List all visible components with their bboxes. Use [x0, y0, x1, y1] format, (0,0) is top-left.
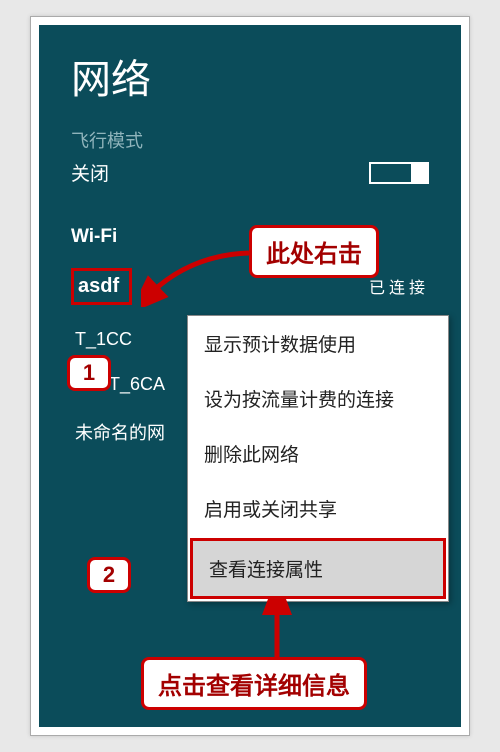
page-title: 网络: [71, 47, 429, 105]
network-item-selected[interactable]: asdf: [71, 268, 132, 305]
menu-item-metered[interactable]: 设为按流量计费的连接: [188, 371, 448, 426]
context-menu: 显示预计数据使用 设为按流量计费的连接 删除此网络 启用或关闭共享 查看连接属性: [187, 315, 449, 602]
menu-item-forget[interactable]: 删除此网络: [188, 426, 448, 481]
airplane-mode-label: 飞行模式: [71, 127, 429, 153]
menu-item-data-usage[interactable]: 显示预计数据使用: [188, 316, 448, 371]
annotation-step-1: 1: [67, 355, 111, 391]
connected-status: 已连接: [369, 274, 429, 298]
annotation-step-2: 2: [87, 557, 131, 593]
airplane-mode-toggle[interactable]: [369, 162, 429, 184]
menu-item-properties[interactable]: 查看连接属性: [190, 538, 446, 599]
toggle-knob: [411, 164, 427, 182]
airplane-mode-status: 关闭: [71, 159, 109, 186]
annotation-callout-top: 此处右击: [249, 225, 379, 278]
annotation-callout-bottom: 点击查看详细信息: [141, 657, 367, 710]
menu-item-sharing[interactable]: 启用或关闭共享: [188, 481, 448, 536]
